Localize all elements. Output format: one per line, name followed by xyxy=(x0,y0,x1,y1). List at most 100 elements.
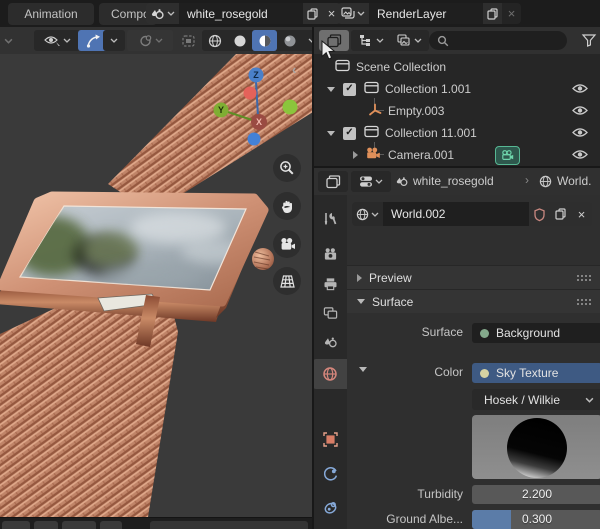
breadcrumb-scene[interactable]: white_rosegold xyxy=(413,174,494,188)
world-unlink-button[interactable]: × xyxy=(571,202,592,226)
physics-icon xyxy=(323,466,337,481)
zoom-button[interactable] xyxy=(273,154,301,182)
viewport-3d[interactable]: Z Y X ‹ xyxy=(0,54,313,517)
eye-icon[interactable] xyxy=(572,127,588,141)
outliner-row-collection1[interactable]: ✓ Collection 1.001 xyxy=(313,78,600,100)
tab-constraints[interactable] xyxy=(313,492,347,522)
collection-icon xyxy=(364,81,379,97)
camera-view-button[interactable] xyxy=(273,230,301,258)
world-browse-button[interactable] xyxy=(352,202,383,226)
scene-copy-button[interactable] xyxy=(303,3,322,24)
properties-editor-type-button[interactable] xyxy=(318,171,348,192)
chevron-down-icon xyxy=(414,38,422,43)
copy-icon xyxy=(555,208,566,220)
panel-drag-handle[interactable] xyxy=(576,297,592,306)
world-copy-button[interactable] xyxy=(550,202,571,226)
tab-object[interactable] xyxy=(313,424,347,454)
disclosure-triangle[interactable] xyxy=(353,151,358,159)
tab-view-layer[interactable] xyxy=(313,298,347,328)
timeline-widget[interactable] xyxy=(150,521,308,529)
turbidity-slider[interactable]: 2.200 xyxy=(472,485,600,504)
viewport-header xyxy=(0,27,322,54)
properties-header: white_rosegold › World. xyxy=(313,168,600,195)
orbit-options-button[interactable] xyxy=(127,30,173,51)
disclosure-triangle[interactable] xyxy=(327,130,335,136)
viewlayer-dropdown-button[interactable] xyxy=(337,3,369,24)
scene-name-field[interactable]: white_rosegold xyxy=(179,3,303,24)
sidebar-collapse-arrow[interactable]: ‹ xyxy=(292,62,296,77)
camera-data-badge[interactable] xyxy=(495,146,520,165)
panel-surface-header[interactable]: Surface xyxy=(347,289,600,313)
ground-albedo-slider[interactable]: 0.300 xyxy=(472,510,600,529)
breadcrumb-target[interactable]: World. xyxy=(557,174,599,188)
tab-tool[interactable] xyxy=(313,203,347,233)
timeline-widget[interactable] xyxy=(2,521,30,529)
tab-object-data[interactable] xyxy=(313,524,347,529)
shield-icon xyxy=(534,207,545,221)
outliner-filter-button[interactable] xyxy=(575,30,600,51)
shading-rendered-button[interactable] xyxy=(277,30,302,51)
viewlayer-copy-button[interactable] xyxy=(483,3,502,24)
outliner-filter-dropdown[interactable] xyxy=(389,30,429,51)
outliner-row-camera[interactable]: Camera.001 xyxy=(313,144,600,166)
printer-icon xyxy=(324,278,336,291)
shading-wireframe-button[interactable] xyxy=(202,30,227,51)
tab-render[interactable] xyxy=(313,239,347,269)
tab-world[interactable] xyxy=(313,359,347,389)
timeline-widget[interactable] xyxy=(100,521,122,529)
tab-output[interactable] xyxy=(313,269,347,299)
outliner-row-collection11[interactable]: ✓ Collection 11.001 xyxy=(313,122,600,144)
world-name-field[interactable]: World.002 xyxy=(383,202,529,226)
disclosure-triangle[interactable] xyxy=(327,86,335,92)
empty-axes-icon xyxy=(368,103,382,119)
orbit-icon xyxy=(139,34,151,46)
editor-divider-vertical[interactable] xyxy=(312,27,314,529)
sky-texture-preview xyxy=(472,415,600,479)
gizmo-options-chevron[interactable] xyxy=(103,30,125,51)
properties-editor: white_rosegold › World. World.002 × Prev… xyxy=(313,168,600,529)
panel-drag-handle[interactable] xyxy=(576,273,592,282)
viewlayer-name-field[interactable]: RenderLayer xyxy=(369,3,483,24)
tab-animation[interactable]: Animation xyxy=(8,3,94,25)
topbar: Animation Compositing white_rosegold × xyxy=(0,0,600,27)
chevron-down-icon[interactable] xyxy=(4,38,13,44)
overlays-toggle[interactable] xyxy=(174,30,204,51)
chevron-down-icon xyxy=(371,212,379,217)
eye-icon[interactable] xyxy=(572,83,588,97)
eye-icon[interactable] xyxy=(572,149,588,163)
scene-dropdown-button[interactable] xyxy=(146,3,179,24)
perspective-toggle-button[interactable] xyxy=(273,267,301,295)
outliner-display-mode-button[interactable] xyxy=(351,30,391,51)
viewlayer-remove-button[interactable]: × xyxy=(502,3,521,24)
eye-icon[interactable] xyxy=(572,105,588,119)
panel-preview-header[interactable]: Preview xyxy=(347,265,600,289)
tab-physics[interactable] xyxy=(313,459,347,489)
editor-divider-horizontal[interactable] xyxy=(313,166,600,168)
gizmo-x-neg[interactable] xyxy=(243,86,257,100)
timeline-strip[interactable] xyxy=(0,517,313,529)
node-collapse-triangle[interactable] xyxy=(359,367,367,372)
collection-checkbox[interactable]: ✓ xyxy=(343,126,356,140)
shading-solid-button[interactable] xyxy=(227,30,252,51)
timeline-widget[interactable] xyxy=(62,521,96,529)
tab-scene[interactable] xyxy=(313,327,347,357)
outliner-row-empty[interactable]: Empty.003 xyxy=(313,100,600,122)
gizmo-z-neg[interactable] xyxy=(247,132,261,146)
show-gizmo-button[interactable] xyxy=(34,30,80,51)
sky-model-dropdown[interactable]: Hosek / Wilkie xyxy=(472,389,600,410)
outliner-search-input[interactable] xyxy=(429,31,567,50)
camera-data-icon xyxy=(501,150,513,160)
properties-filter-dropdown[interactable] xyxy=(351,171,391,192)
outliner-row-scene-collection[interactable]: Scene Collection xyxy=(313,56,600,78)
pan-button[interactable] xyxy=(273,192,301,220)
filter-funnel-icon xyxy=(581,34,597,47)
timeline-widget[interactable] xyxy=(34,521,58,529)
view-layer-icon xyxy=(341,7,355,19)
color-input-button[interactable]: Sky Texture xyxy=(472,363,600,383)
view-layer-icon xyxy=(323,307,337,319)
shading-material-button[interactable] xyxy=(252,30,277,51)
gizmo-y-neg[interactable] xyxy=(282,99,298,115)
surface-shader-button[interactable]: Background xyxy=(472,323,600,343)
collection-checkbox[interactable]: ✓ xyxy=(343,82,356,96)
fake-user-button[interactable] xyxy=(529,202,550,226)
